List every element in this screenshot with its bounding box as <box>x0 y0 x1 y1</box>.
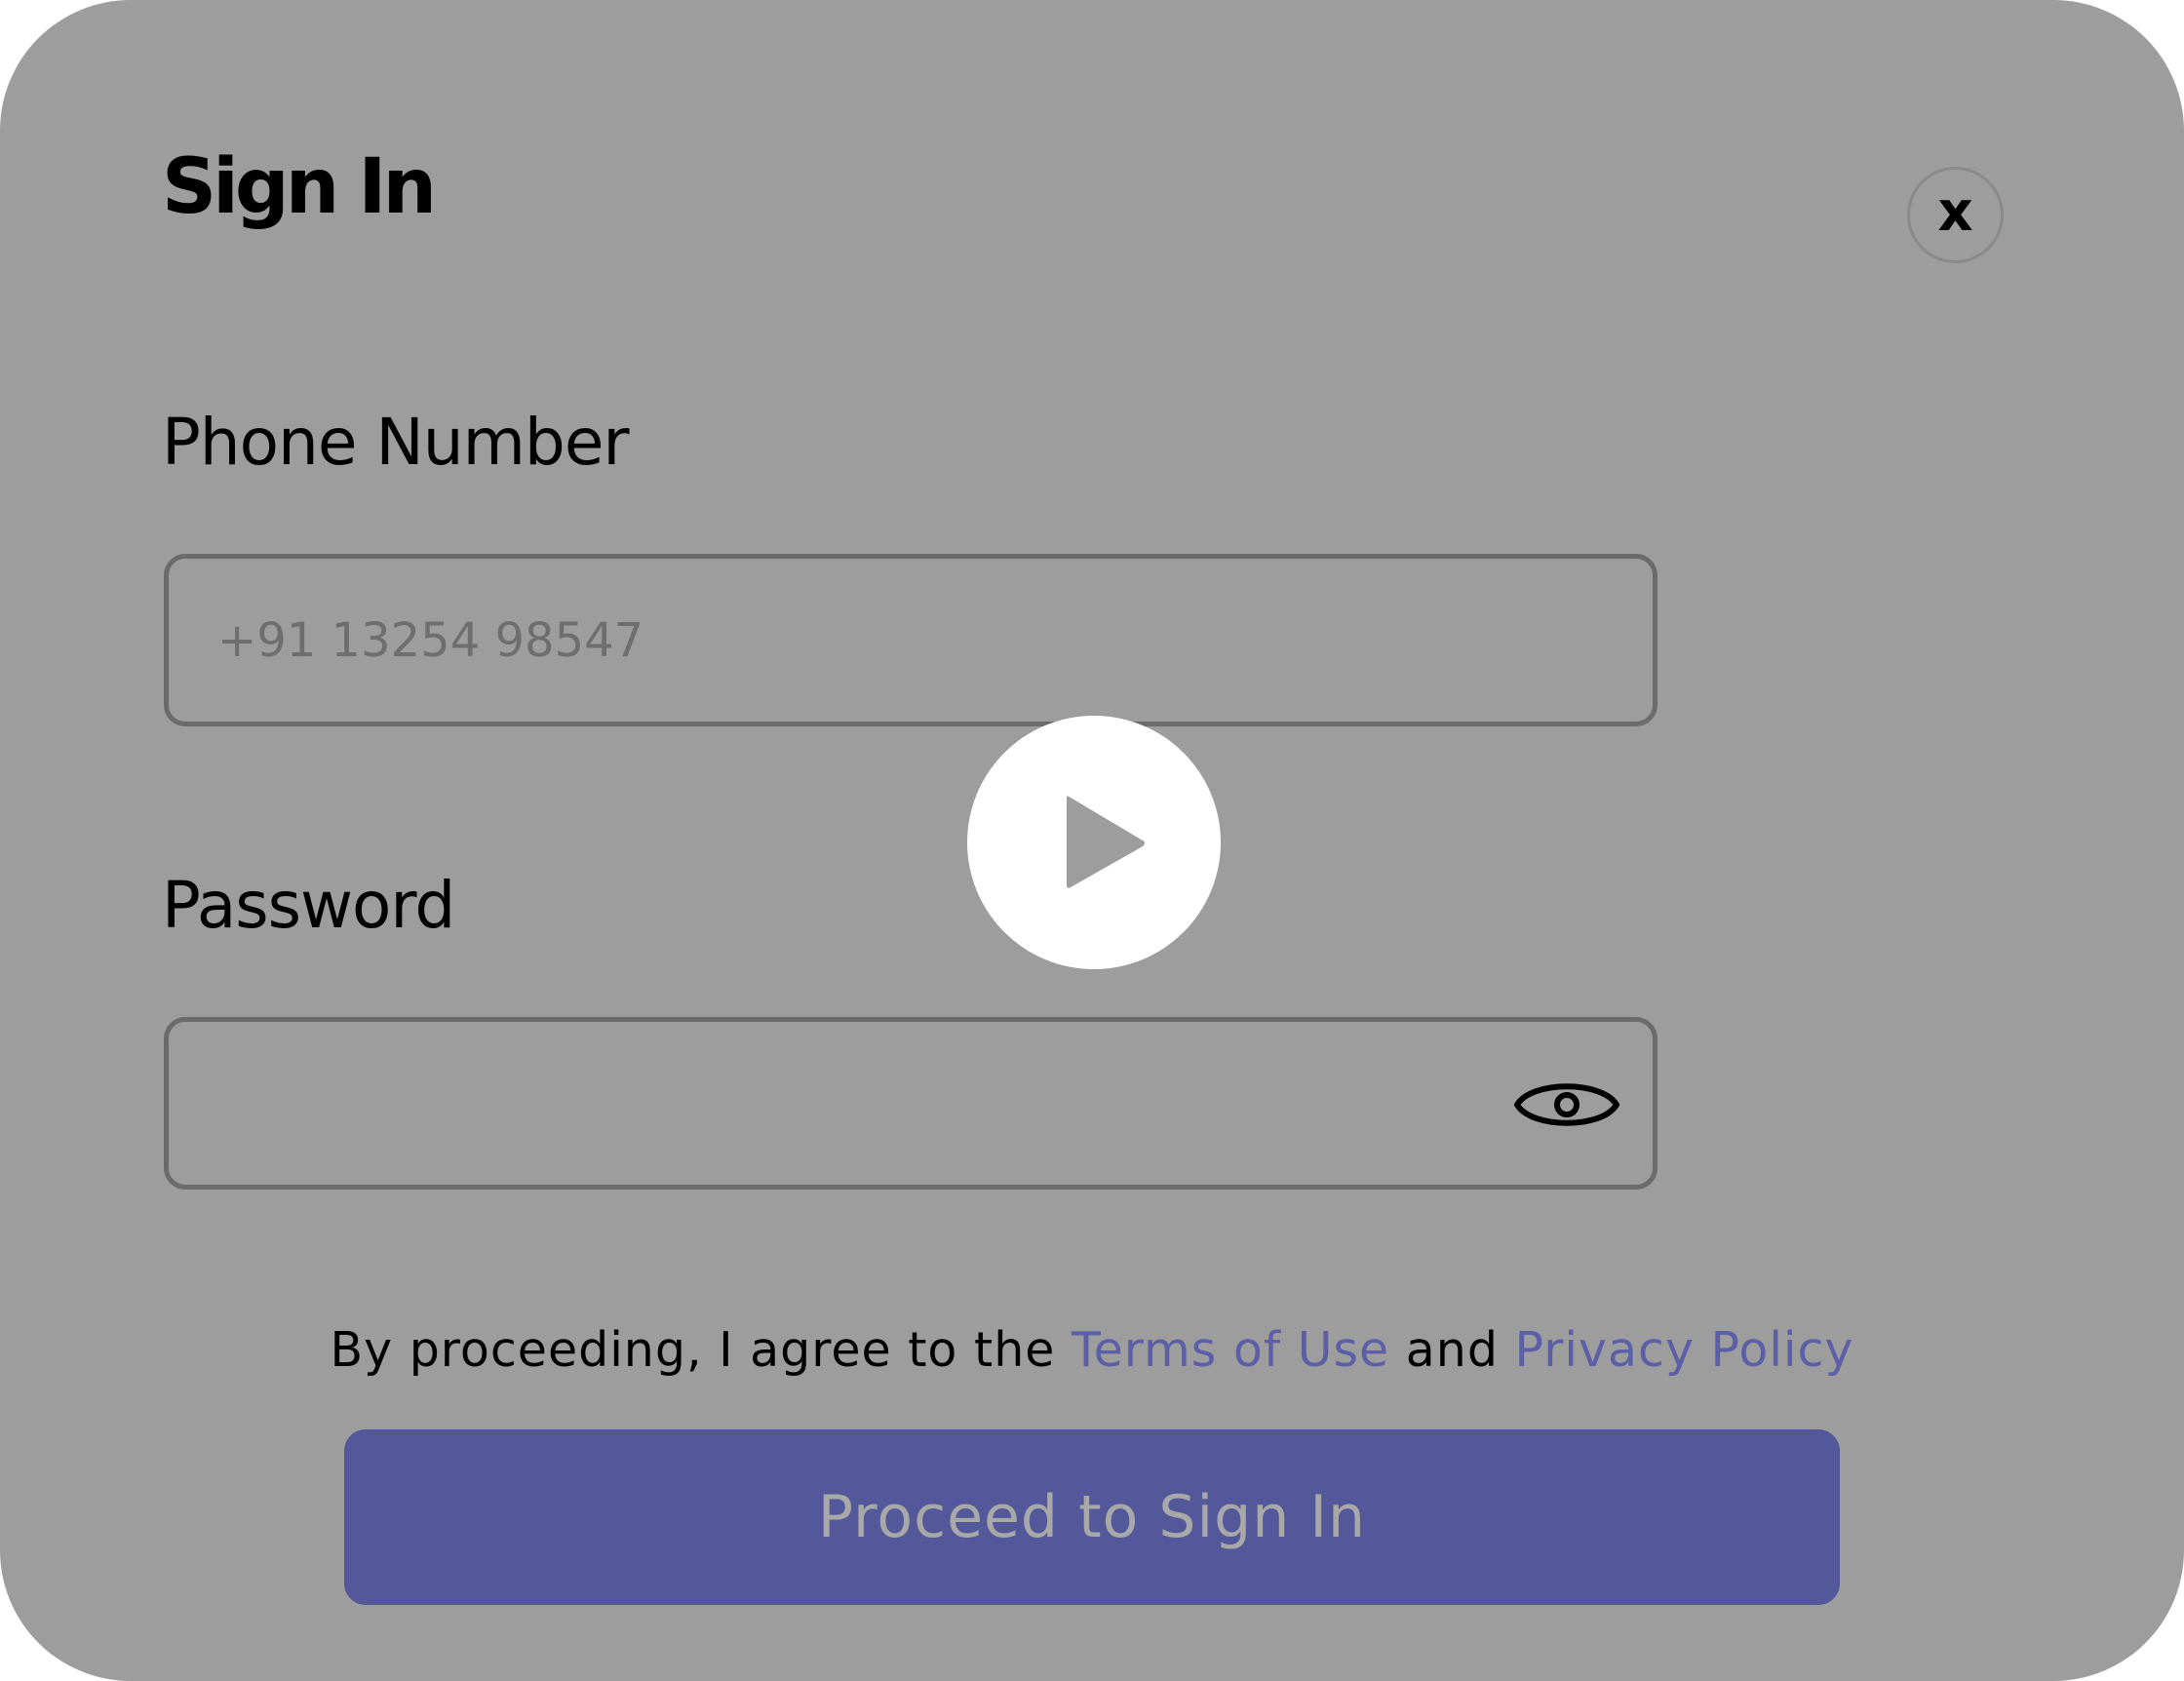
consent-prefix: By proceeding, I agree to the <box>330 1322 1056 1378</box>
phone-number-field-box <box>164 554 1658 726</box>
terms-of-use-link[interactable]: Terms of Use <box>1072 1322 1389 1378</box>
phone-number-label: Phone Number <box>162 405 630 480</box>
proceed-to-sign-in-button[interactable]: Proceed to Sign In <box>344 1429 1840 1605</box>
consent-text: By proceeding, I agree to the Terms of U… <box>0 1326 2184 1374</box>
play-icon <box>1067 796 1145 888</box>
password-label: Password <box>162 868 455 943</box>
phone-number-input[interactable] <box>169 559 1653 722</box>
play-button[interactable] <box>967 716 1221 969</box>
sign-in-dialog: Sign In x Phone Number Password By proce… <box>0 0 2184 1681</box>
dialog-title: Sign In <box>162 143 437 231</box>
password-field-box <box>164 1017 1658 1190</box>
privacy-policy-link[interactable]: Privacy Policy <box>1515 1322 1854 1378</box>
close-icon: x <box>1937 179 1973 244</box>
close-button[interactable]: x <box>1907 167 2004 263</box>
password-input[interactable] <box>169 1022 1653 1185</box>
consent-connector: and <box>1405 1322 1499 1378</box>
eye-icon[interactable] <box>1512 1073 1621 1137</box>
